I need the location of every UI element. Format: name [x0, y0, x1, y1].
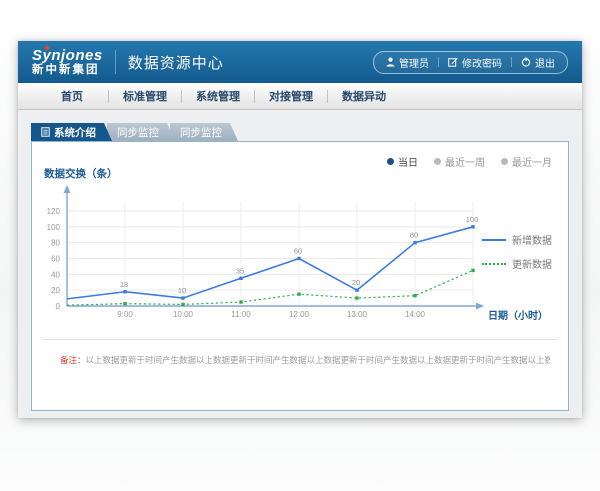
toolbar-divider: [511, 57, 512, 67]
tab-label: 系统介绍: [54, 125, 96, 140]
legend-label: 新增数据: [512, 232, 552, 247]
chart-filter-label: 最近一月: [512, 154, 552, 169]
chart-panel: 当日 最近一周 最近一月 数据交换（条） 0 20 40 60 80 100 120 9:00 10…: [31, 141, 569, 411]
footnote-text: 以上数据更新于时间产生数据以上数据更新于时间产生数据以上数据更新于时间产生数据以…: [86, 355, 550, 365]
radio-dot-icon: [387, 158, 394, 165]
nav-item[interactable]: 标准管理: [109, 88, 181, 104]
svg-text:80: 80: [51, 239, 60, 248]
chart-filter-label: 最近一周: [445, 154, 485, 169]
main-nav: 首页标准管理系统管理对接管理数据异动: [18, 83, 582, 110]
svg-text:14:00: 14:00: [405, 310, 426, 319]
app-header: Synjones 新中新集团 数据资源中心 管理员 修改密码: [18, 41, 582, 83]
header-divider: [115, 50, 116, 74]
content-area: 系统介绍 同步监控 同步监控 当日 最近一周 最近一月 数据交换（条） 0 20 40 60 8…: [18, 110, 582, 418]
legend-line-sample: [482, 239, 506, 241]
svg-text:120: 120: [47, 207, 61, 216]
power-icon: [521, 57, 531, 67]
change-password-label: 修改密码: [462, 55, 502, 70]
tab[interactable]: 同步监控: [170, 123, 238, 141]
nav-item[interactable]: 对接管理: [255, 88, 327, 104]
legend-label: 更新数据: [512, 256, 552, 271]
chart-filters: 当日 最近一周 最近一月: [387, 154, 552, 169]
svg-text:0: 0: [56, 302, 61, 311]
footnote-label: 备注：: [60, 355, 86, 365]
y-axis-title: 数据交换（条）: [44, 166, 118, 181]
logout-label: 退出: [535, 55, 555, 70]
chart-svg: 0 20 40 60 80 100 120 9:00 10:00 11:00 12:00 13:00 1…: [40, 182, 552, 332]
svg-text:20: 20: [352, 278, 360, 287]
chart-filter-radio[interactable]: 当日: [387, 154, 418, 169]
brand-logo-subtext: 新中新集团: [32, 64, 103, 76]
svg-text:60: 60: [51, 255, 60, 264]
nav-item[interactable]: 首页: [36, 88, 108, 104]
svg-text:18: 18: [120, 280, 128, 289]
nav-item[interactable]: 系统管理: [182, 88, 254, 104]
svg-text:80: 80: [410, 231, 418, 240]
brand-logo-text: Synjones: [32, 48, 103, 64]
radio-dot-icon: [434, 158, 441, 165]
svg-text:12:00: 12:00: [289, 310, 310, 319]
logout-button[interactable]: 退出: [521, 55, 555, 70]
chart-filter-radio[interactable]: 最近一月: [501, 154, 552, 169]
svg-text:10: 10: [178, 286, 186, 295]
radio-dot-icon: [501, 158, 508, 165]
svg-text:20: 20: [51, 286, 60, 295]
svg-text:100: 100: [466, 215, 479, 224]
chart-filter-label: 当日: [398, 154, 418, 169]
user-icon: [386, 57, 395, 67]
svg-text:100: 100: [47, 223, 61, 232]
edit-icon: [448, 57, 458, 67]
svg-text:11:00: 11:00: [231, 310, 251, 319]
tab-label: 同步监控: [180, 125, 222, 140]
legend-item[interactable]: 新增数据: [482, 232, 552, 247]
app-title: 数据资源中心: [128, 52, 224, 73]
tab-label: 同步监控: [117, 125, 159, 140]
line-chart: 0 20 40 60 80 100 120 9:00 10:00 11:00 12:00 13:00 1…: [40, 182, 552, 332]
brand-logo: Synjones 新中新集团: [32, 48, 103, 76]
svg-text:13:00: 13:00: [347, 310, 368, 319]
svg-text:日期（小时）: 日期（小时）: [488, 309, 548, 322]
chart-legend: 新增数据更新数据: [482, 232, 552, 271]
chart-filter-radio[interactable]: 最近一周: [434, 154, 485, 169]
svg-text:60: 60: [294, 247, 302, 256]
svg-text:9:00: 9:00: [117, 310, 133, 319]
nav-item[interactable]: 数据异动: [328, 88, 400, 104]
legend-line-sample: [482, 263, 506, 265]
tab-active[interactable]: 系统介绍: [31, 123, 112, 141]
svg-text:40: 40: [51, 270, 60, 279]
svg-text:35: 35: [236, 266, 244, 275]
user-name-label: 管理员: [399, 55, 429, 70]
tab[interactable]: 同步监控: [107, 123, 175, 141]
legend-item[interactable]: 更新数据: [482, 256, 552, 271]
panel-divider: [42, 339, 558, 340]
footnote: 备注：以上数据更新于时间产生数据以上数据更新于时间产生数据以上数据更新于时间产生…: [60, 354, 550, 366]
user-toolbar: 管理员 修改密码 退出: [373, 51, 568, 74]
svg-text:10:00: 10:00: [173, 310, 194, 319]
app-window: Synjones 新中新集团 数据资源中心 管理员 修改密码: [18, 41, 582, 418]
user-menu[interactable]: 管理员: [386, 55, 429, 70]
tab-bar: 系统介绍 同步监控 同步监控: [31, 123, 569, 141]
change-password-button[interactable]: 修改密码: [448, 55, 502, 70]
toolbar-divider: [438, 57, 439, 67]
document-icon: [41, 127, 50, 137]
